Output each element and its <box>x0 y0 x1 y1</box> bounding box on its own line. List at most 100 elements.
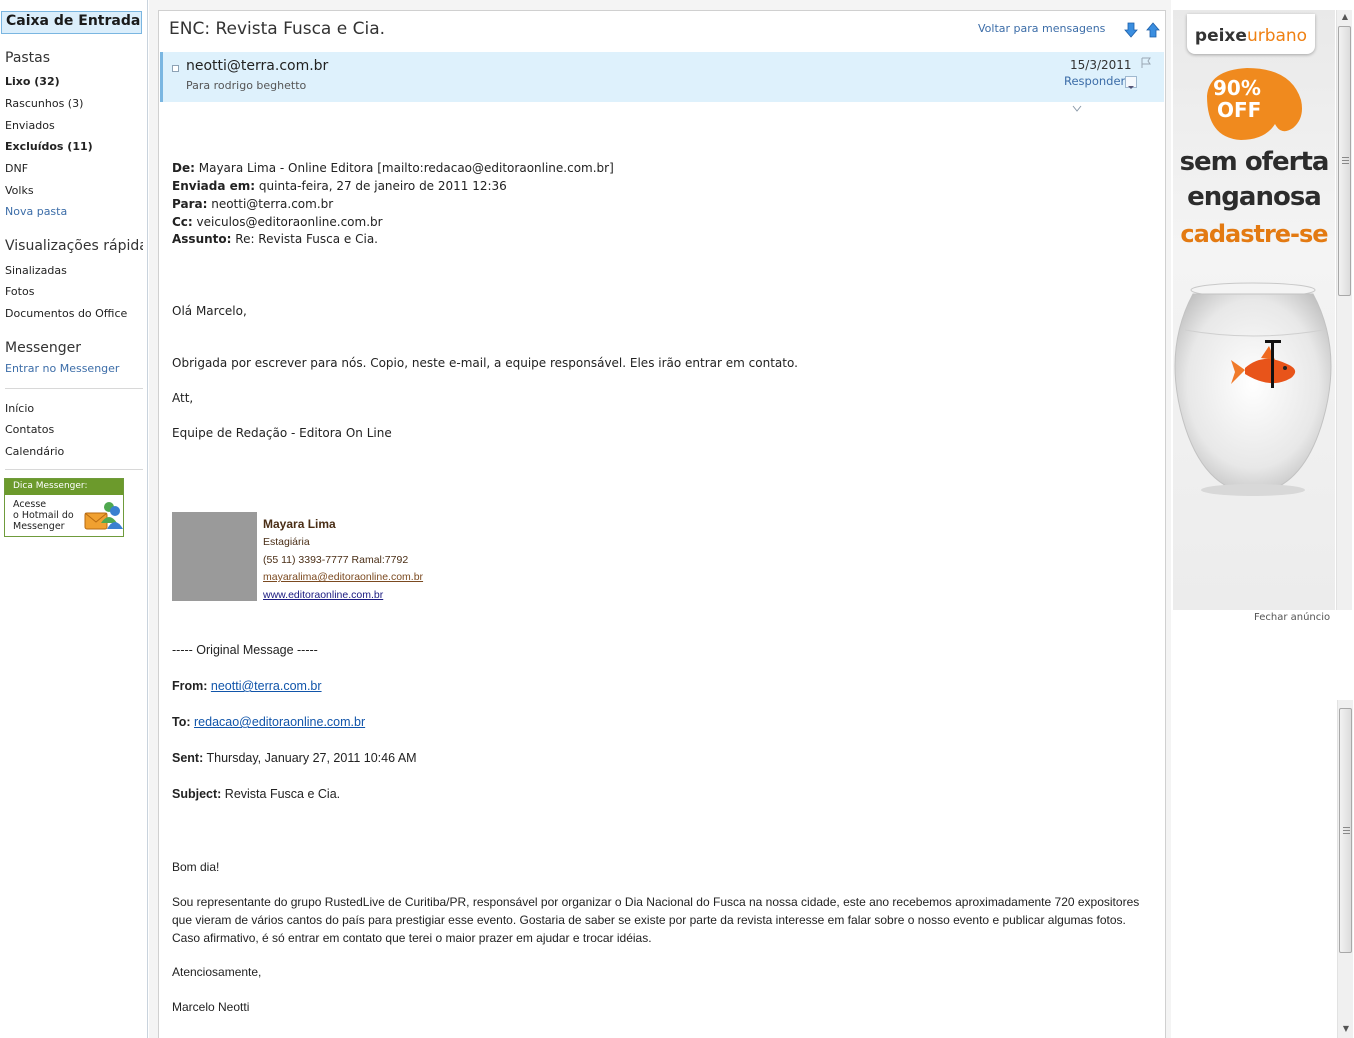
fwd-subject-line: Assunto: Re: Revista Fusca e Cia. <box>172 232 378 246</box>
original-to-line: To: redacao@editoraonline.com.br <box>172 715 365 729</box>
original-from-line: From: neotti@terra.com.br <box>172 679 322 693</box>
previous-message-up-icon[interactable] <box>1146 22 1160 38</box>
message-recipient: Para rodrigo beghetto <box>186 79 307 92</box>
new-folder-link[interactable]: Nova pasta <box>5 205 67 218</box>
reply-greeting: Olá Marcelo, <box>172 304 247 318</box>
message-sender[interactable]: neotti@terra.com.br <box>186 58 328 74</box>
fwd-sent-label: Enviada em: <box>172 179 256 193</box>
message-header: neotti@terra.com.br Para rodrigo beghett… <box>160 52 1164 102</box>
original-subject-line: Subject: Revista Fusca e Cia. <box>172 787 340 801</box>
ad-cta: cadastre-se <box>1180 220 1328 248</box>
sidebar-divider <box>5 469 143 470</box>
original-separator: ----- Original Message ----- <box>172 643 318 657</box>
sidebar-item-lixo[interactable]: Lixo (32) <box>5 75 60 88</box>
reply-att: Att, <box>172 391 194 405</box>
fwd-cc-value: veiculos@editoraonline.com.br <box>196 215 383 229</box>
signature-site-link[interactable]: www.editoraonline.com.br <box>263 589 383 601</box>
scrollbar-grip <box>1342 157 1349 164</box>
scrollbar-grip <box>1343 827 1350 834</box>
original-sent-label: Sent: <box>172 751 204 765</box>
fwd-from-line: De: Mayara Lima - Online Editora [mailto… <box>172 161 614 175</box>
fwd-from-value: Mayara Lima - Online Editora [mailto:red… <box>198 161 614 175</box>
quick-views-title: Visualizações rápidas <box>5 238 143 254</box>
sidebar-item-rascunhos[interactable]: Rascunhos (3) <box>5 97 83 110</box>
messenger-tip-text: Acesse o Hotmail do Messenger <box>13 499 74 532</box>
reading-pane: ENC: Revista Fusca e Cia. Voltar para me… <box>149 0 1171 1038</box>
fwd-to-value: neotti@terra.com.br <box>211 197 334 211</box>
signature-phone: (55 11) 3393-7777 Ramal:7792 <box>263 554 409 566</box>
reply-options-dropdown[interactable] <box>1125 76 1137 89</box>
ad-headline-1: sem oferta <box>1179 147 1330 177</box>
messenger-signin-link[interactable]: Entrar no Messenger <box>5 362 119 375</box>
scroll-down-arrow[interactable]: ▼ <box>1338 1022 1354 1036</box>
fwd-from-label: De: <box>172 161 195 175</box>
signature-photo <box>172 512 257 601</box>
messenger-tip-box[interactable]: Dica Messenger: Acesse o Hotmail do Mess… <box>4 478 124 537</box>
reply-button[interactable]: Responder <box>1064 74 1125 88</box>
signature-name: Mayara Lima <box>263 517 336 531</box>
original-to-link[interactable]: redacao@editoraonline.com.br <box>194 715 365 729</box>
chevron-down-icon <box>1128 86 1134 89</box>
sidebar-item-sinalizadas[interactable]: Sinalizadas <box>5 264 67 277</box>
expand-header-icon[interactable] <box>1072 105 1082 113</box>
sidebar-item-enviados[interactable]: Enviados <box>5 119 55 132</box>
flag-icon[interactable] <box>1140 57 1152 69</box>
original-greeting: Bom dia! <box>172 860 220 874</box>
original-body: Sou representante do grupo RustedLive de… <box>172 895 1140 945</box>
fishbowl-icon <box>1174 282 1332 496</box>
messenger-tip-line: Messenger <box>13 521 65 532</box>
ad-badge-off: OFF <box>1217 98 1262 122</box>
ad-scrollbar[interactable]: ▲ <box>1336 10 1352 610</box>
reply-team: Equipe de Redação - Editora On Line <box>172 426 392 440</box>
fwd-sent-value: quinta-feira, 27 de janeiro de 2011 12:3… <box>258 179 507 193</box>
message-subject: ENC: Revista Fusca e Cia. <box>169 19 386 39</box>
sidebar-item-excluidos[interactable]: Excluídos (11) <box>5 140 93 153</box>
reply-text: Obrigada por escrever para nós. Copio, n… <box>172 356 798 370</box>
sidebar-item-volks[interactable]: Volks <box>5 184 34 197</box>
scroll-up-arrow[interactable]: ▲ <box>1337 10 1353 24</box>
messenger-tip-line: o Hotmail do <box>13 510 74 521</box>
sidebar-divider <box>5 388 143 389</box>
fwd-cc-line: Cc: veiculos@editoraonline.com.br <box>172 215 383 229</box>
original-from-link[interactable]: neotti@terra.com.br <box>211 679 322 693</box>
messenger-tip-line: Acesse <box>13 499 47 510</box>
advertisement[interactable]: peixeurbano 90% OFF sem oferta enganosa … <box>1173 10 1335 610</box>
message-date: 15/3/2011 <box>1070 58 1132 72</box>
fwd-cc-label: Cc: <box>172 215 193 229</box>
sidebar-item-fotos[interactable]: Fotos <box>5 285 34 298</box>
signature-role: Estagiária <box>263 536 310 548</box>
scrollbar-thumb[interactable] <box>1339 708 1352 953</box>
ad-headline-2: enganosa <box>1187 182 1322 212</box>
close-ad-link[interactable]: Fechar anúncio <box>1254 612 1330 623</box>
original-subject-label: Subject: <box>172 787 222 801</box>
signature-email-link[interactable]: mayaralima@editoraonline.com.br <box>263 571 423 583</box>
nav-contatos[interactable]: Contatos <box>5 423 54 436</box>
fwd-sent-line: Enviada em: quinta-feira, 27 de janeiro … <box>172 179 507 193</box>
sidebar-inbox[interactable]: Caixa de Entrada <box>1 11 142 34</box>
fwd-subject-value: Re: Revista Fusca e Cia. <box>235 232 378 246</box>
message-select-checkbox[interactable] <box>172 65 179 72</box>
sidebar: Caixa de Entrada Pastas Lixo (32) Rascun… <box>0 0 148 1038</box>
messenger-buddies-icon <box>84 502 123 530</box>
nav-calendario[interactable]: Calendário <box>5 445 64 458</box>
original-sent-line: Sent: Thursday, January 27, 2011 10:46 A… <box>172 751 417 765</box>
ad-logo-tab: peixeurbano <box>1187 14 1315 54</box>
ad-brand-part: peixe <box>1194 26 1247 46</box>
sidebar-item-documentos[interactable]: Documentos do Office <box>5 307 127 320</box>
nav-inicio[interactable]: Início <box>5 402 34 415</box>
folders-title: Pastas <box>5 50 51 66</box>
messenger-title: Messenger <box>5 340 82 356</box>
message-container: ENC: Revista Fusca e Cia. Voltar para me… <box>158 10 1166 1038</box>
ad-brand-logo: peixeurbano <box>1187 26 1315 46</box>
ad-badge-percent: 90% <box>1213 76 1261 100</box>
original-sender: Marcelo Neotti <box>172 1000 250 1014</box>
ad-brand-part: urbano <box>1246 26 1308 46</box>
sidebar-item-dnf[interactable]: DNF <box>5 162 28 175</box>
original-subject-value: Revista Fusca e Cia. <box>224 787 341 801</box>
page-scrollbar[interactable]: ▼ <box>1337 700 1353 1038</box>
original-closing: Atenciosamente, <box>172 965 262 979</box>
next-message-down-icon[interactable] <box>1124 22 1138 38</box>
original-to-label: To: <box>172 715 191 729</box>
scrollbar-thumb[interactable] <box>1338 26 1351 296</box>
back-to-messages-link[interactable]: Voltar para mensagens <box>978 22 1105 35</box>
